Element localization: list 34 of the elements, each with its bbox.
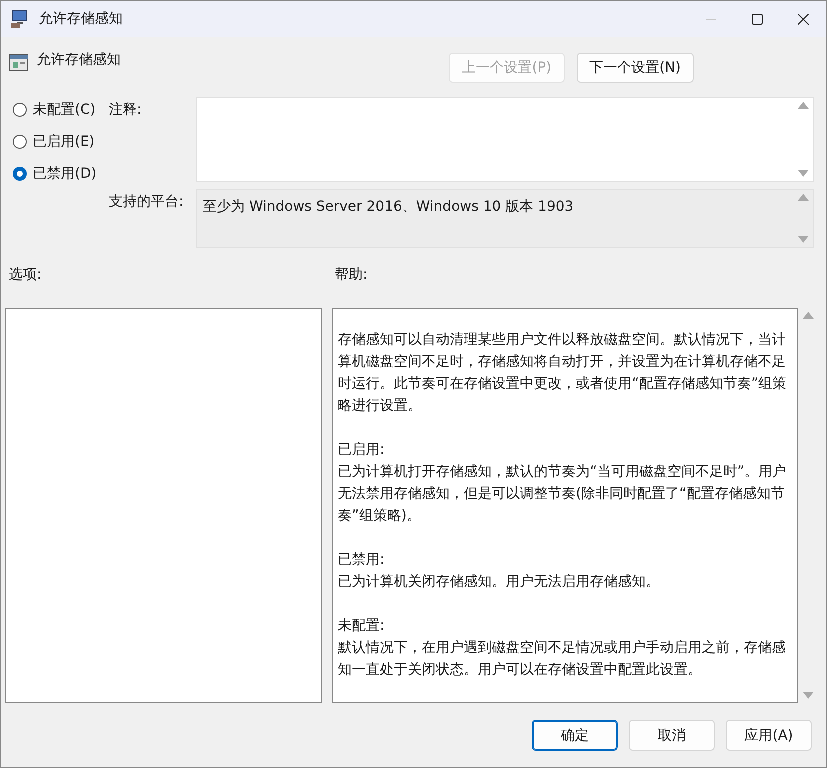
dialog-button[interactable]: 取消 <box>629 720 715 751</box>
radio-label[interactable]: 已禁用(D) <box>33 165 97 183</box>
platform-text: 至少为 Windows Server 2016、Windows 10 版本 1903 <box>202 198 575 217</box>
scroll-down-icon[interactable] <box>798 170 808 177</box>
radio-button[interactable] <box>13 103 27 117</box>
computer-icon <box>11 10 29 28</box>
help-paragraph: 未配置: 默认情况下，在用户遇到磁盘空间不足情况或用户手动启用之前，存储感知一直处于关闭状态。用户可以在存储设置中配置此设置。 <box>338 617 787 680</box>
scroll-down-icon[interactable] <box>798 236 808 243</box>
radio-label[interactable]: 已启用(E) <box>33 133 95 151</box>
minimize-icon <box>706 18 716 20</box>
scroll-up-icon[interactable] <box>798 194 808 201</box>
field-label: 支持的平台: <box>109 193 185 212</box>
help-paragraph: 已启用: 已为计算机打开存储感知，默认的节奏为“当可用磁盘空间不足时”。用户无法禁用存储感知，但是可以调整节奏(除非同时配置了“配置存储感知节奏”组策略)。 <box>338 441 788 526</box>
scroll-down-icon[interactable] <box>802 692 814 699</box>
nav-button[interactable]: 下一个设置(N) <box>576 53 694 83</box>
section-label: 选项: <box>9 266 43 284</box>
radio-button[interactable] <box>13 135 27 149</box>
maximize-icon <box>752 14 762 24</box>
window-title: 允许存储感知 <box>39 10 124 28</box>
policy-title: 允许存储感知 <box>37 51 122 69</box>
section-label: 帮助: <box>335 266 369 284</box>
radio-label[interactable]: 未配置(C) <box>33 101 96 119</box>
comment-field[interactable] <box>196 97 814 182</box>
scroll-up-icon[interactable] <box>802 312 814 319</box>
help-paragraph: 存储感知可以自动清理某些用户文件以释放磁盘空间。默认情况下，当计算机磁盘空间不足时，存储感知将自动打开，并设置为在计算机存储不足时运行。此节奏可在存储设置中更改，或者使用“配置存储感知节奏”组策略进行设置。 <box>338 331 788 416</box>
dialog-button[interactable]: 应用(A) <box>726 720 812 751</box>
help-paragraph: 已禁用: 已为计算机关闭存储感知。用户无法启用存储感知。 <box>338 551 661 592</box>
field-label: 注释: <box>109 101 143 120</box>
dialog-button[interactable]: 确定 <box>532 720 618 751</box>
scroll-up-icon[interactable] <box>798 102 808 109</box>
settings-window-icon <box>9 53 29 73</box>
radio-button[interactable] <box>13 167 27 181</box>
platform-field[interactable]: 至少为 Windows Server 2016、Windows 10 版本 1903 <box>196 189 814 248</box>
close-icon <box>798 14 808 24</box>
